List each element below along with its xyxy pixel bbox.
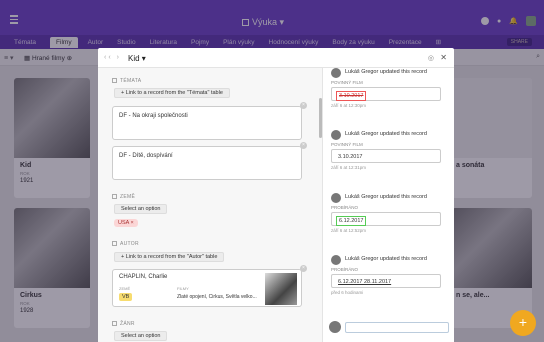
activity-value-box: 3.10.2017 <box>331 149 441 163</box>
activity-author: Lukáš Gregor updated this record <box>345 131 427 137</box>
activity-author: Lukáš Gregor updated this record <box>345 69 427 75</box>
link-autor-button[interactable]: + Link to a record from the "Autor" tabl… <box>114 252 225 262</box>
activity-item: Lukáš Gregor updated this record PROBÍRÁ… <box>331 193 449 233</box>
activity-time: před 6 hodinami <box>331 290 364 295</box>
field-label-autor: AUTOR <box>112 241 139 247</box>
linked-author-card[interactable]: CHAPLIN, Charlie ZEMĚ VB FILMY Zlaté opo… <box>112 269 302 307</box>
avatar <box>331 68 341 78</box>
activity-field: PROBÍRÁNO <box>331 205 359 210</box>
link-temata-button[interactable]: + Link to a record from the "Témata" tab… <box>114 88 230 98</box>
zeme-select[interactable]: Select an option <box>114 204 168 214</box>
country-tag[interactable]: USA × <box>114 219 138 227</box>
new-value: 6.12.2017 <box>336 216 367 226</box>
field-label-zeme: ZEMĚ <box>112 194 135 200</box>
rss-icon[interactable]: ◎ <box>428 54 434 62</box>
linked-record-card[interactable]: DF - Dítě, dospívání <box>112 146 302 180</box>
record-title[interactable]: Kid ▾ <box>128 54 146 63</box>
activity-field: POVINNÝ FILM <box>331 80 363 85</box>
avatar <box>331 130 341 140</box>
linked-record-card[interactable]: DF - Na okraji společnosti <box>112 106 302 140</box>
new-value: 3.10.2017 <box>338 154 363 160</box>
modal-header: ‹‹ › Kid ▾ ◎ ✕ <box>98 48 454 68</box>
activity-item: Lukáš Gregor updated this record PROBÍRÁ… <box>331 255 449 295</box>
avatar <box>331 193 341 203</box>
remove-link-icon[interactable]: × <box>300 102 307 109</box>
activity-time: září 6 at 12:30pm <box>331 103 367 108</box>
add-record-button[interactable]: + <box>510 310 536 336</box>
activity-field: POVINNÝ FILM <box>331 142 363 147</box>
remove-link-icon[interactable]: × <box>300 265 307 272</box>
comment-row <box>329 321 449 335</box>
field-label-temata: TÉMATA <box>112 78 141 84</box>
new-value: 6.12.2017 28.11.2017 <box>338 279 392 285</box>
author-field-label: ZEMĚ <box>119 286 131 291</box>
activity-author: Lukáš Gregor updated this record <box>345 256 427 262</box>
comment-input[interactable] <box>345 322 449 333</box>
zanr-select[interactable]: Select an option <box>114 331 168 341</box>
activity-item: Lukáš Gregor updated this record POVINNÝ… <box>331 68 449 108</box>
activity-value-box: 3.10.2017 <box>331 87 441 101</box>
activity-value-box: 6.12.2017 28.11.2017 <box>331 274 441 288</box>
author-films: Zlaté opojení, Cirkus, Světla velko... <box>177 294 257 300</box>
record-fields: TÉMATA + Link to a record from the "Téma… <box>98 68 322 342</box>
old-value: 3.10.2017 <box>336 91 367 101</box>
author-field-label: FILMY <box>177 286 189 291</box>
record-modal: ‹‹ › Kid ▾ ◎ ✕ TÉMATA + Link to a record… <box>98 48 454 342</box>
prev-next-arrows[interactable]: ‹‹ › <box>104 54 121 61</box>
activity-author: Lukáš Gregor updated this record <box>345 194 427 200</box>
author-photo <box>265 273 297 305</box>
activity-time: září 6 at 12:52pm <box>331 228 367 233</box>
activity-field: PROBÍRÁNO <box>331 267 359 272</box>
avatar <box>329 321 341 333</box>
activity-item: Lukáš Gregor updated this record POVINNÝ… <box>331 130 449 170</box>
field-label-zanr: ŽÁNR <box>112 321 135 327</box>
activity-panel: Lukáš Gregor updated this record POVINNÝ… <box>322 68 454 342</box>
remove-link-icon[interactable]: × <box>300 142 307 149</box>
close-icon[interactable]: ✕ <box>440 53 447 62</box>
activity-time: září 6 at 12:31pm <box>331 165 367 170</box>
avatar <box>331 255 341 265</box>
activity-value-box: 6.12.2017 <box>331 212 441 226</box>
author-country-tag: VB <box>119 293 133 301</box>
